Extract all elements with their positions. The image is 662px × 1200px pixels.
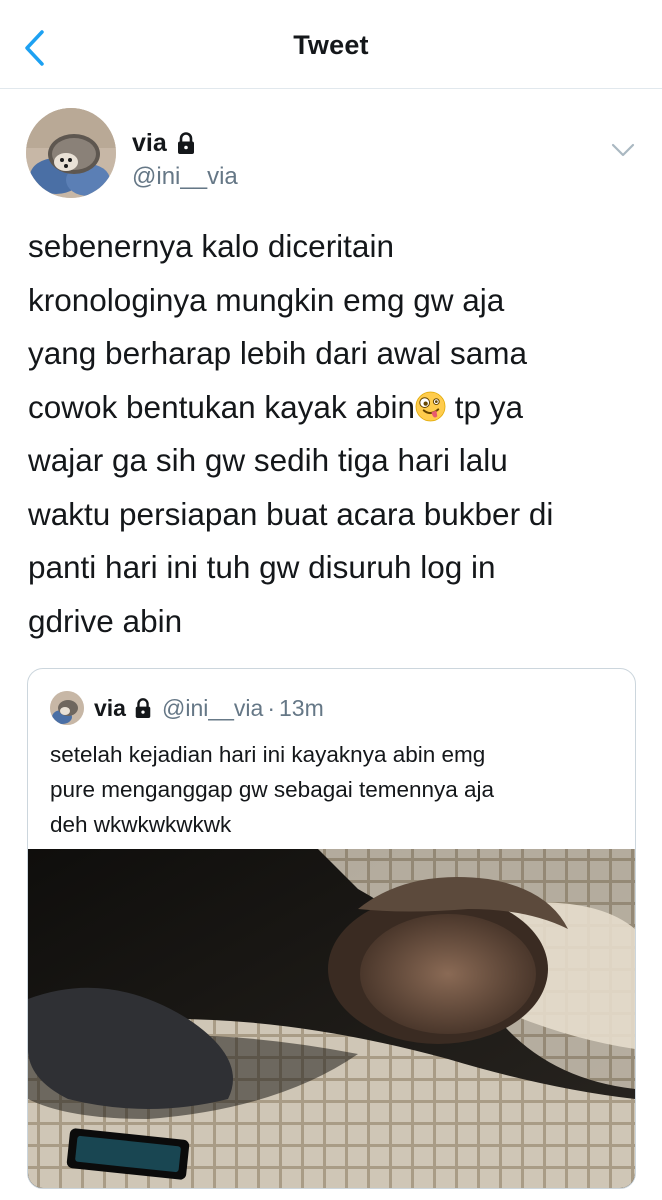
quoted-text-line: pure menganggap gw sebagai temennya aja [50, 777, 495, 802]
separator-dot: · [267, 694, 275, 721]
lock-icon [177, 132, 194, 154]
tweet-text-segment: tp ya [446, 388, 524, 425]
sleeping-person-photo [28, 849, 635, 1188]
tweet-text-line: kronologinya mungkin emg gw aja [28, 281, 505, 318]
lock-icon [135, 698, 151, 718]
tweet-text-line: wajar ga sih gw sedih tiga hari lalu [28, 442, 508, 478]
avatar [50, 691, 84, 725]
quoted-text-line: setelah kejadian hari ini kayaknya abin … [50, 742, 486, 767]
quoted-tweet-card[interactable]: via @ini__via · 13m setelah kejadian har… [27, 668, 636, 1189]
quoted-tweet-text: setelah kejadian hari ini kayaknya abin … [50, 737, 620, 842]
quoted-tweet-header: via @ini__via · 13m [50, 691, 324, 725]
chevron-down-icon [611, 143, 635, 157]
avatar-hedgehog-image [50, 691, 84, 725]
display-name[interactable]: via [132, 129, 167, 158]
tweet-text-line: panti hari ini tuh gw disuruh log in [28, 549, 496, 585]
page-title: Tweet [293, 30, 369, 60]
tweet-text-line: waktu persiapan buat acara bukber di [28, 495, 554, 532]
tweet-text-line-with-emoji: cowok bentukan kayak abin tp ya [28, 381, 638, 435]
tweet-menu-button[interactable] [610, 140, 636, 160]
tweet-text-line: yang berharap lebih dari awal sama [28, 335, 528, 371]
tweet-text-line: sebenernya kalo diceritain [28, 228, 394, 264]
quoted-text-line: deh wkwkwkwkwk [50, 812, 232, 837]
tweet-text: sebenernya kalo diceritain kronologinya … [28, 220, 638, 648]
quoted-display-name: via [94, 694, 126, 721]
quoted-handle: @ini__via [161, 694, 264, 721]
author-name-row: via [132, 128, 197, 158]
tweet-text-line: gdrive abin [28, 602, 183, 639]
avatar[interactable] [26, 108, 116, 198]
tweet-author-header: via @ini__via [26, 108, 636, 200]
zany-face-emoji-icon [415, 391, 446, 421]
quoted-timestamp: 13m [279, 694, 324, 721]
quoted-media-photo[interactable] [28, 849, 635, 1188]
tweet-text-segment: cowok bentukan kayak abin [28, 388, 415, 425]
navigation-bar: Tweet [0, 0, 662, 89]
author-handle[interactable]: @ini__via [132, 163, 238, 191]
avatar-hedgehog-image [26, 108, 116, 198]
